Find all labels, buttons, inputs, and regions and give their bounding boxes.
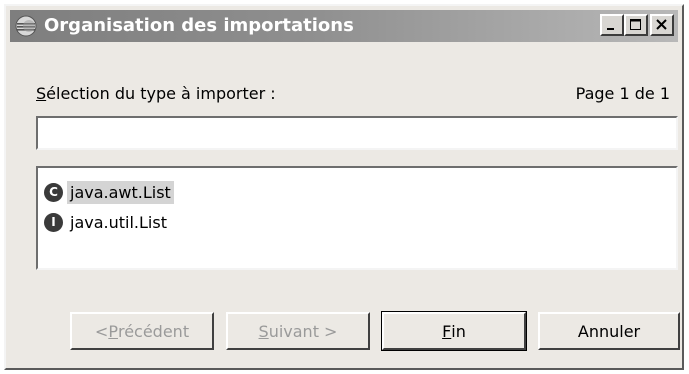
previous-label: récédent [117,321,190,341]
import-dialog: Organisation des importations Sélection … [4,4,684,370]
eclipse-icon [14,15,38,37]
list-item-label: java.awt.List [67,180,174,204]
type-selection-label: Sélection du type à importer : [36,84,276,103]
minimize-button[interactable] [600,14,624,36]
interface-icon: I [44,212,63,232]
previous-prefix: < [94,321,109,341]
title-bar[interactable]: Organisation des importations [10,10,678,42]
previous-accelerator: P [108,321,118,341]
next-label: uivant > [268,321,338,341]
close-button[interactable] [650,14,674,36]
list-item-label: java.util.List [70,212,167,232]
list-item[interactable]: C java.awt.List [44,178,174,206]
type-list[interactable]: C java.awt.List I java.util.List [36,166,678,270]
close-icon [656,19,667,30]
finish-accelerator: F [442,321,452,341]
class-icon: C [44,182,63,202]
label-accelerator: S [36,84,47,103]
next-button[interactable]: Suivant > [226,312,370,350]
next-accelerator: S [258,321,269,341]
window-title: Organisation des importations [44,15,354,36]
cancel-button[interactable]: Annuler [538,312,680,350]
maximize-icon [630,19,641,30]
page-indicator: Page 1 de 1 [575,84,670,103]
type-filter-input[interactable] [36,116,678,150]
minimize-icon [607,28,614,30]
list-item[interactable]: I java.util.List [44,208,170,236]
finish-button[interactable]: Fin [381,311,527,351]
label-text: élection du type à importer : [46,84,276,103]
finish-label: in [451,321,466,341]
previous-button[interactable]: < Précédent [70,312,214,350]
maximize-button[interactable] [624,14,648,36]
